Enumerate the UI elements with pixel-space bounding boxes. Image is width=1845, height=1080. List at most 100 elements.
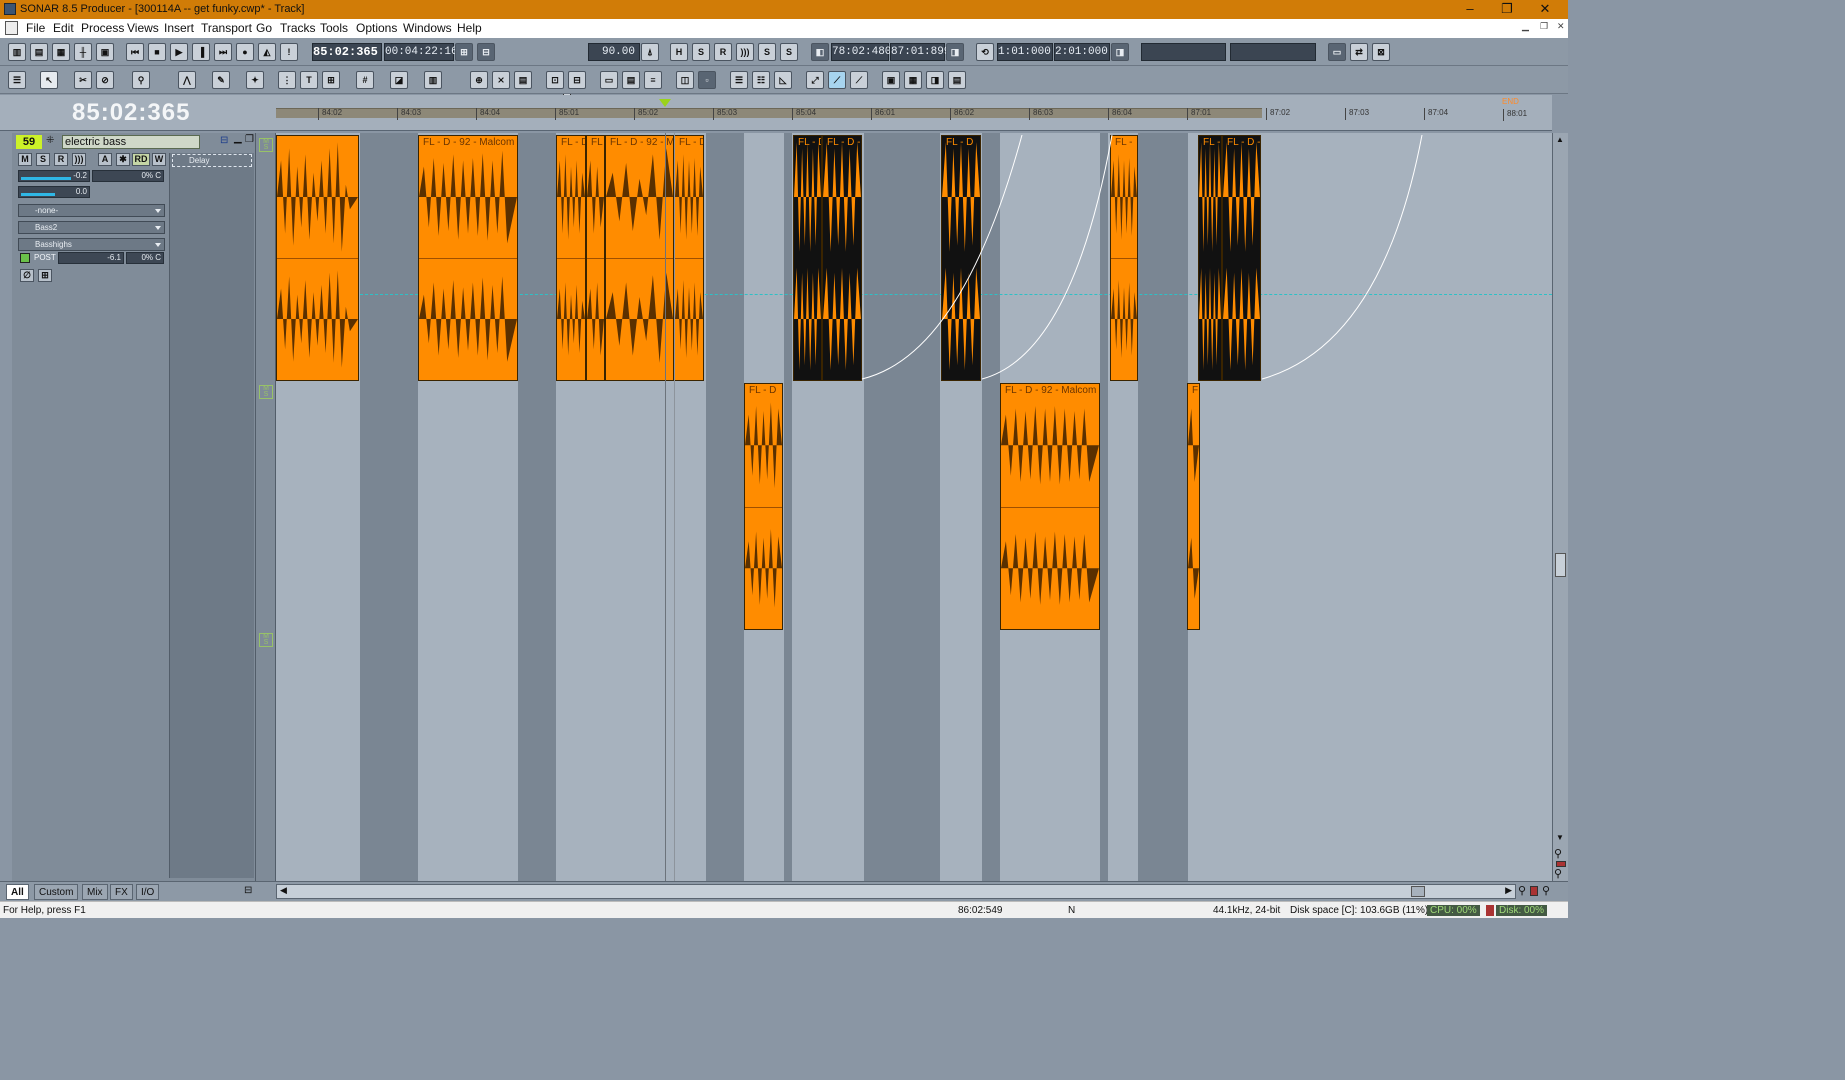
document-icon[interactable] (5, 21, 18, 35)
metronome-icon[interactable]: ◭ (258, 43, 276, 61)
audio-clip[interactable]: FL - D - 92 - Malcom (418, 135, 518, 381)
marks-icon[interactable]: ◪ (390, 71, 408, 89)
pan-slider[interactable]: 0% C (92, 170, 164, 182)
menu-tracks[interactable]: Tracks (280, 21, 316, 35)
wave-icon[interactable]: ))) (736, 43, 754, 61)
now-time-display[interactable]: 85:02:365 (312, 43, 382, 61)
zoom-in-horizontal-icon[interactable]: ⚲ (1542, 884, 1550, 897)
grid-icon[interactable]: ⊟ (477, 43, 495, 61)
play-icon[interactable]: ▶ (170, 43, 188, 61)
tempo-display[interactable]: 90.00 (588, 43, 640, 61)
zoom-horizontal-meter-icon[interactable] (1530, 886, 1538, 896)
menu-options[interactable]: Options (356, 21, 397, 35)
clips-pane[interactable]: FL - D - 92 - Malcom FL - D FL FL - D - … (276, 133, 1552, 881)
record-icon[interactable]: ● (236, 43, 254, 61)
loop-end-display[interactable]: 87:01:899 (890, 43, 950, 61)
solo-override-icon[interactable]: S (758, 43, 776, 61)
track-minimize-icon[interactable]: ▁ (234, 133, 242, 144)
draw-tool-icon[interactable]: ⋀ (178, 71, 196, 89)
zoom-in-vertical-icon[interactable]: ⚲ (1554, 847, 1562, 860)
show-names-icon[interactable]: ▤ (622, 71, 640, 89)
scroll-right-icon[interactable]: ▶ (1505, 885, 1512, 896)
panic-icon[interactable]: ! (280, 43, 298, 61)
archive-button[interactable]: A (98, 153, 112, 166)
audio-clip[interactable]: FL (586, 135, 605, 381)
horizontal-scrollbar[interactable]: ◀ ▶ (276, 884, 1516, 899)
audio-clip[interactable]: FL - D - 92 - Ma (605, 135, 674, 381)
punch-start-display[interactable]: 1:01:000 (997, 43, 1053, 61)
strip-toggle-icon[interactable]: ⊟ (244, 885, 252, 896)
screenset-icon[interactable]: ⇄ (1350, 43, 1368, 61)
pause-icon[interactable]: ▐ (192, 43, 210, 61)
send-level-slider[interactable]: -6.1 (58, 252, 124, 264)
vertical-scrollbar[interactable]: ▲ ▼ ⚲ ⚲ (1552, 133, 1568, 881)
select-all-icon[interactable]: ⋮ (278, 71, 296, 89)
lane-ms-icon[interactable]: M S (259, 138, 273, 152)
menu-tools[interactable]: Tools (320, 21, 348, 35)
menu-views[interactable]: Views (127, 21, 159, 35)
stop-icon[interactable]: ■ (148, 43, 166, 61)
audio-clip[interactable]: F (1187, 383, 1200, 630)
snap-icon[interactable]: ⊞ (455, 43, 473, 61)
zoom-out-vertical-icon[interactable]: ⚲ (1554, 867, 1562, 880)
send-mode[interactable]: POST (34, 253, 56, 262)
minimize-button[interactable]: – (1453, 0, 1487, 19)
staff-view-icon[interactable]: ▤ (30, 43, 48, 61)
snap-tool-icon[interactable]: ✦ (246, 71, 264, 89)
track-restore-icon[interactable]: ❐ (245, 134, 254, 145)
loop-end-icon[interactable]: ◨ (946, 43, 964, 61)
solo-clear-icon[interactable]: S (780, 43, 798, 61)
input-select[interactable]: -none- (18, 204, 165, 217)
show-clips-icon[interactable]: ▭ (600, 71, 618, 89)
menu-edit[interactable]: Edit (53, 21, 74, 35)
loop-start-icon[interactable]: ◧ (811, 43, 829, 61)
trim-slider[interactable]: 0.0 (18, 186, 90, 198)
read-automation-button[interactable]: RD (132, 153, 150, 166)
timeline-ruler[interactable]: 84:02 84:03 84:04 85:01 85:02 85:03 85:0… (276, 95, 1552, 131)
automation-write-icon[interactable]: ⟋ (850, 71, 868, 89)
menu-windows[interactable]: Windows (403, 21, 452, 35)
zoom-tool-icon[interactable]: ⚲ (132, 71, 150, 89)
audio-clip[interactable]: FL - D - S (793, 135, 822, 381)
write-automation-button[interactable]: W (152, 153, 166, 166)
marker-field[interactable] (1230, 43, 1316, 61)
go-to-end-icon[interactable]: ⏭ (214, 43, 232, 61)
playhead-flag-icon[interactable] (659, 99, 671, 107)
tab-custom[interactable]: Custom (34, 884, 79, 900)
rewind-to-start-icon[interactable]: ⏮ (126, 43, 144, 61)
send-select[interactable]: Basshighs (18, 238, 165, 251)
solo-button[interactable]: S (36, 153, 50, 166)
menu-transport[interactable]: Transport (201, 21, 252, 35)
audio-clip[interactable]: FL - D (674, 135, 704, 381)
snap-grid-icon[interactable]: # (356, 71, 374, 89)
volume-slider[interactable]: -0.2 (18, 170, 90, 182)
split-tool-icon[interactable]: ✂ (74, 71, 92, 89)
audio-clip[interactable]: FL - D (556, 135, 586, 381)
menu-insert[interactable]: Insert (164, 21, 194, 35)
tab-io[interactable]: I/O (136, 884, 160, 900)
pencil-tool-icon[interactable]: ✎ (212, 71, 230, 89)
tap-tempo-icon[interactable]: ⍋ (641, 43, 659, 61)
lanes-icon[interactable]: ▤ (514, 71, 532, 89)
fx-slot[interactable]: Delay (172, 154, 252, 167)
loop-toggle-icon[interactable]: ⟲ (976, 43, 994, 61)
piano-roll-icon[interactable]: ▥ (8, 43, 26, 61)
insert-icon[interactable]: ⊕ (470, 71, 488, 89)
menu-file[interactable]: File (26, 21, 45, 35)
envelope-icon[interactable]: ▥ (424, 71, 442, 89)
scroll-up-icon[interactable]: ▲ (1556, 135, 1564, 144)
markers-dropdown[interactable] (1141, 43, 1226, 61)
mute-tool-icon[interactable]: ⊘ (96, 71, 114, 89)
track-grid-icon[interactable]: ⁜ (46, 135, 54, 146)
automation-read-icon[interactable]: ⟋ (828, 71, 846, 89)
view-alt-icon[interactable]: ▫ (698, 71, 716, 89)
mdi-close-icon[interactable]: ✕ (1557, 21, 1565, 32)
lane-ms-icon[interactable]: M S (259, 633, 273, 647)
automation-icon[interactable]: ⤢ (806, 71, 824, 89)
console-view-icon[interactable]: ╫ (74, 43, 92, 61)
screenset-close-icon[interactable]: ⊠ (1372, 43, 1390, 61)
fit-tracks-icon[interactable]: ⊡ (546, 71, 564, 89)
region-fx-icon[interactable]: ▣ (882, 71, 900, 89)
track-type-icon[interactable]: ⊟ (220, 135, 228, 146)
tab-all[interactable]: All (6, 884, 29, 900)
